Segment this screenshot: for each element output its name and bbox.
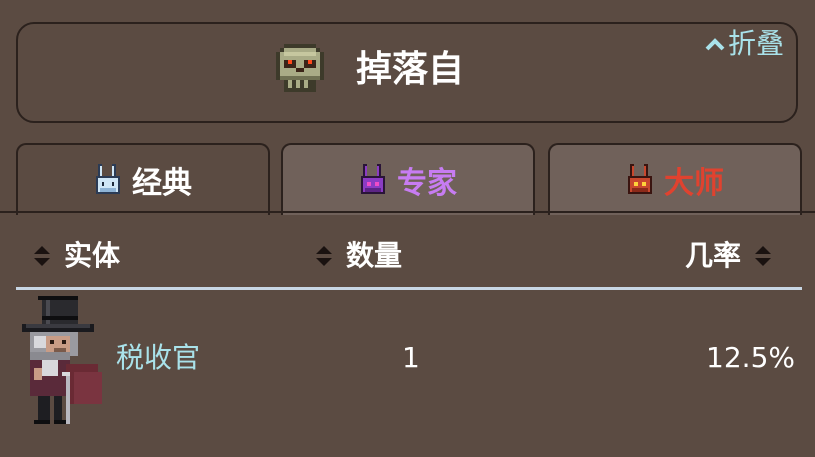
tab-master-label: 大师 (664, 166, 724, 201)
column-header-quantity[interactable]: 数量 (314, 238, 402, 274)
sort-icon (316, 246, 332, 266)
bunny-expert-icon (361, 164, 385, 194)
tab-classic[interactable]: 经典 (16, 143, 270, 215)
column-header-rate-label: 几率 (685, 239, 742, 272)
skull-icon (276, 44, 324, 92)
sort-icon (34, 246, 50, 266)
tax-collector-sprite-icon (22, 296, 102, 424)
column-header-rate[interactable]: 几率 (685, 238, 773, 274)
chevron-up-icon (705, 38, 725, 51)
bunny-classic-icon (96, 164, 120, 194)
column-header-entity[interactable]: 实体 (32, 238, 120, 274)
bunny-master-icon (628, 164, 652, 194)
tab-expert-label: 专家 (397, 166, 457, 201)
column-header-quantity-label: 数量 (346, 239, 403, 272)
entity-link[interactable]: 税收官 (116, 340, 200, 376)
page-title: 掉落自 (356, 49, 465, 90)
tab-master[interactable]: 大师 (548, 143, 802, 215)
tab-expert[interactable]: 专家 (281, 143, 535, 215)
sort-icon (755, 246, 772, 266)
entity-drop-rate: 12.5% (706, 341, 795, 374)
header-divider (16, 287, 802, 290)
tab-classic-label: 经典 (132, 166, 192, 201)
entity-quantity: 1 (402, 341, 420, 374)
column-header-entity-label: 实体 (64, 239, 121, 272)
collapse-button[interactable]: 折叠 (704, 26, 784, 62)
drop-source-panel: 掉落自 折叠 经典 专家 大师 实体 数量 几率 税收官 1 12.5% (0, 0, 815, 457)
collapse-label: 折叠 (728, 27, 785, 60)
tab-content-border (0, 211, 815, 213)
